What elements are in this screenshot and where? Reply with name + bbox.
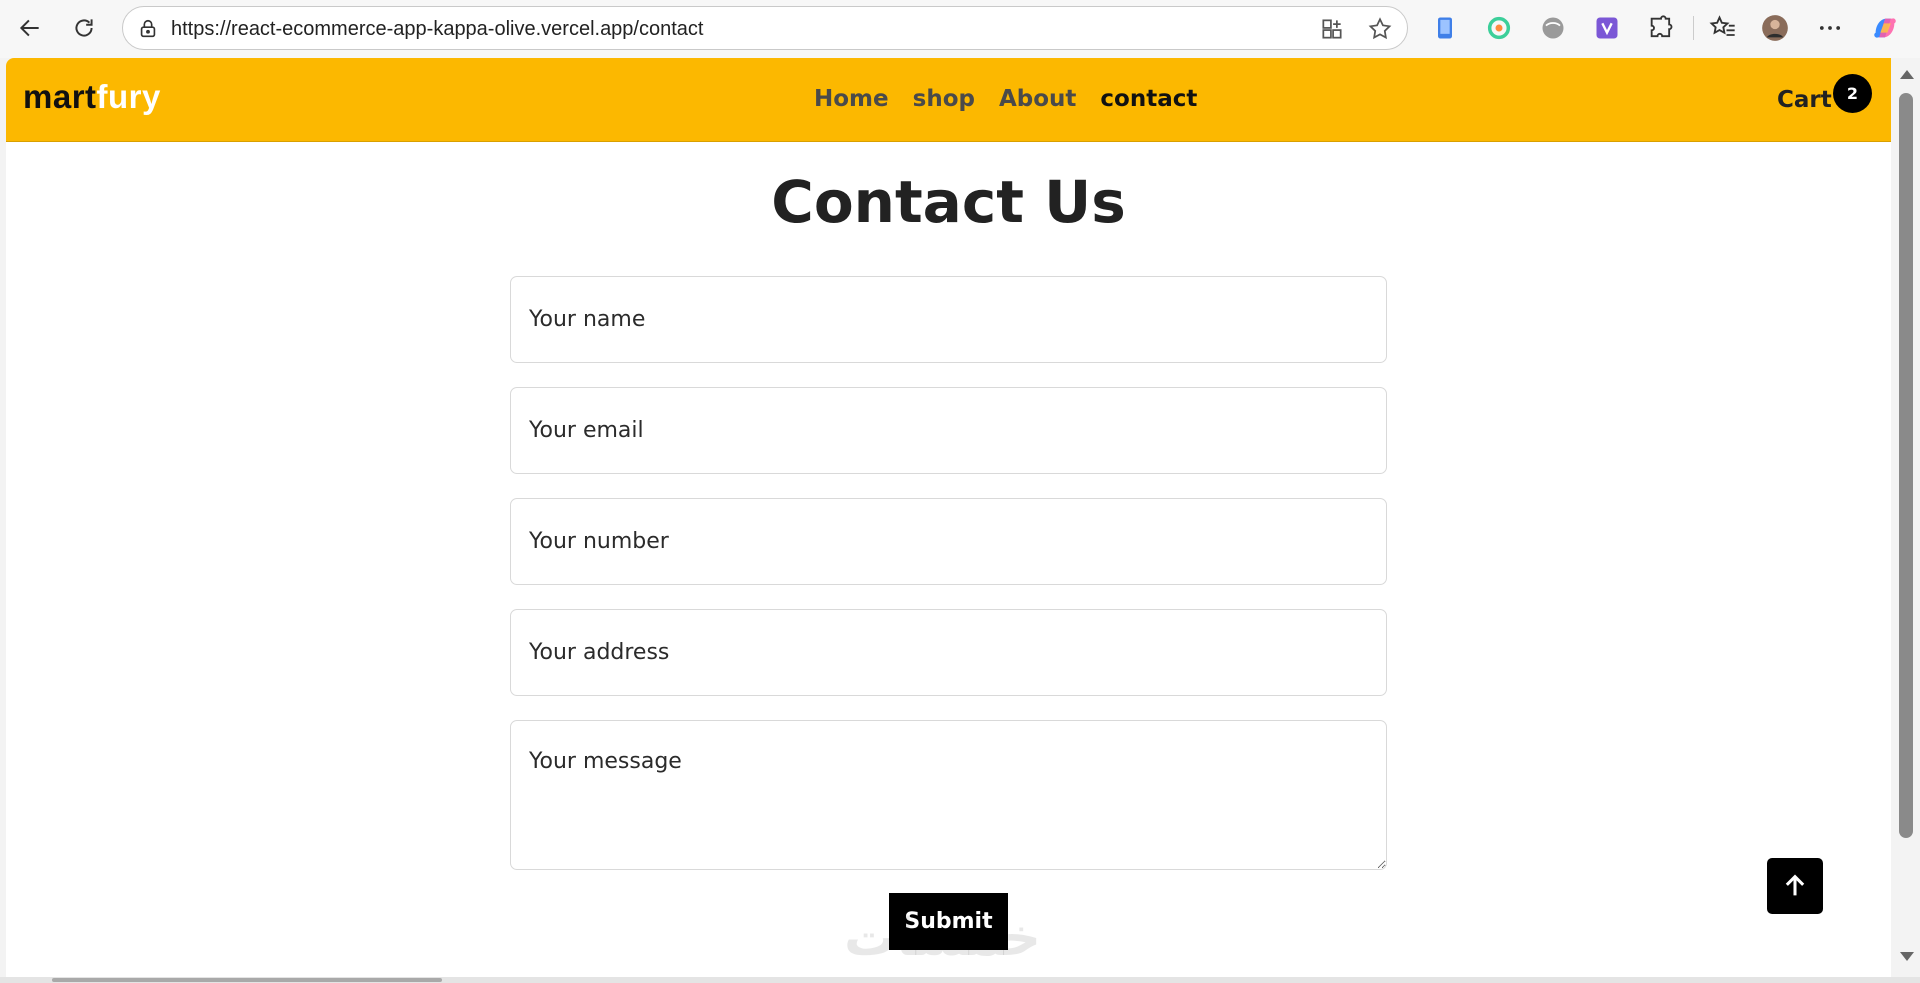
scroll-down-icon[interactable]	[1900, 952, 1914, 961]
back-to-top-button[interactable]	[1767, 858, 1823, 914]
address-bar[interactable]: https://react-ecommerce-app-kappa-olive.…	[122, 6, 1408, 50]
url-text[interactable]: https://react-ecommerce-app-kappa-olive.…	[171, 18, 703, 41]
vertical-scrollbar[interactable]	[1893, 58, 1920, 977]
refresh-icon	[75, 19, 93, 37]
site-logo[interactable]: martfury	[23, 78, 161, 116]
arrow-up-icon	[1785, 874, 1805, 896]
browser-toolbar: https://react-ecommerce-app-kappa-olive.…	[0, 0, 1920, 58]
name-input[interactable]	[510, 276, 1387, 363]
main-nav: Home shop About contact	[814, 86, 1197, 112]
star-icon[interactable]	[1367, 16, 1393, 42]
cart-count-badge[interactable]: 2	[1833, 74, 1872, 113]
extension-ring-button[interactable]	[1484, 13, 1514, 43]
message-textarea[interactable]	[510, 720, 1387, 870]
toolbar-separator	[1693, 16, 1694, 40]
number-input[interactable]	[510, 498, 1387, 585]
extension-sphere-button[interactable]	[1538, 13, 1568, 43]
extension-v-button[interactable]	[1592, 13, 1622, 43]
email-input[interactable]	[510, 387, 1387, 474]
sphere-icon	[1542, 17, 1564, 39]
scroll-up-icon[interactable]	[1900, 70, 1914, 79]
v-extension-icon	[1596, 17, 1618, 39]
extensions-button[interactable]	[1646, 13, 1676, 43]
submit-button[interactable]: Submit	[889, 893, 1008, 950]
cart-link[interactable]: Cart	[1777, 87, 1832, 113]
back-icon	[19, 19, 39, 37]
scrollbar-thumb[interactable]	[1899, 93, 1913, 838]
logo-text-mart: mart	[23, 78, 97, 115]
ring-icon	[1487, 16, 1511, 40]
copilot-icon	[1874, 18, 1896, 38]
favorites-icon	[1709, 15, 1735, 36]
nav-link-shop[interactable]: shop	[913, 86, 975, 112]
more-button[interactable]	[1815, 13, 1845, 43]
page-viewport: martfury Home shop About contact Cart 2 …	[6, 58, 1891, 977]
nav-link-home[interactable]: Home	[814, 86, 889, 112]
lock-icon[interactable]	[137, 18, 159, 40]
nav-link-about[interactable]: About	[999, 86, 1076, 112]
app-grid-icon[interactable]	[1319, 16, 1345, 42]
horizontal-scrollbar[interactable]	[0, 977, 1920, 983]
puzzle-icon	[1650, 15, 1673, 38]
copilot-button[interactable]	[1870, 13, 1900, 43]
more-icon	[1819, 26, 1841, 30]
refresh-button[interactable]	[68, 12, 100, 44]
extension-tablet-button[interactable]	[1430, 13, 1460, 43]
nav-link-contact[interactable]: contact	[1100, 86, 1197, 112]
logo-text-fury: fury	[96, 78, 161, 115]
profile-button[interactable]	[1760, 13, 1790, 43]
page-title: Contact Us	[771, 168, 1126, 236]
address-input[interactable]	[510, 609, 1387, 696]
site-header: martfury Home shop About contact Cart 2	[6, 58, 1891, 142]
favorites-button[interactable]	[1708, 13, 1738, 43]
back-button[interactable]	[14, 12, 46, 44]
tablet-icon	[1438, 17, 1452, 39]
horizontal-scrollbar-thumb[interactable]	[52, 978, 442, 982]
avatar	[1762, 15, 1788, 41]
